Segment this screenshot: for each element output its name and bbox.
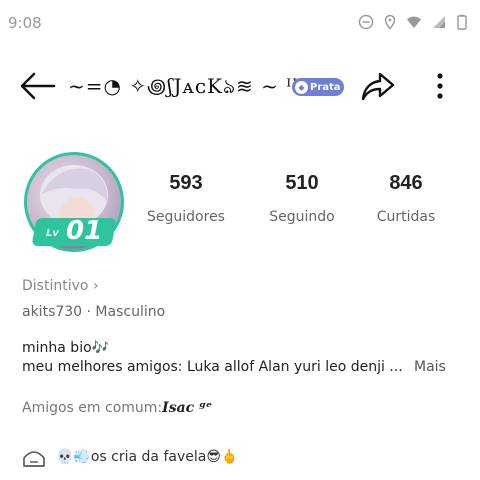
bio-title: minha bio🎶	[22, 340, 110, 356]
back-arrow-icon[interactable]	[18, 68, 58, 104]
mutual-friends-label: Amigos em comum:	[22, 400, 163, 416]
avatar-container[interactable]: Lv 01	[22, 150, 126, 252]
more-options-icon[interactable]	[428, 68, 452, 104]
badge-link[interactable]: Distintivo ›	[22, 278, 99, 294]
mutual-friend-name: Isac ᵍᵉ	[162, 400, 213, 416]
rank-badge-label: Prata	[310, 81, 341, 93]
rank-badge[interactable]: ◆ Prata	[292, 78, 344, 96]
wifi-icon	[407, 16, 421, 28]
stat-likes-label: Curtidas	[376, 209, 436, 225]
stat-likes[interactable]: 846 Curtidas	[356, 172, 456, 225]
stat-following-label: Seguindo	[269, 209, 335, 225]
community-row[interactable]: 💀💨os cria da favela😎🖕	[22, 444, 238, 470]
username-gender: akits730 · Masculino	[22, 304, 166, 320]
dnd-icon	[358, 14, 374, 30]
stat-followers[interactable]: 593 Seguidores	[136, 172, 236, 225]
level-badge: Lv 01	[31, 216, 126, 248]
mutual-friends[interactable]: Amigos em comum:Isac ᵍᵉ	[22, 400, 212, 416]
share-icon[interactable]	[360, 68, 396, 104]
battery-icon	[457, 14, 467, 30]
top-bar: ~=◔ ✧꩜ʃJᴀᴄKঌ≋ ~ ᴵᴵ ◆ Prata	[0, 62, 480, 110]
stat-followers-value: 593	[169, 172, 203, 194]
bio-text: meu melhores amigos: Luka allof Alan yur…	[22, 359, 403, 375]
level-number: 01	[66, 216, 103, 246]
bio-more-link[interactable]: Mais	[414, 359, 446, 375]
stat-followers-label: Seguidores	[147, 209, 225, 225]
status-time: 9:08	[8, 14, 42, 32]
stat-following-value: 510	[285, 172, 319, 194]
profile-name: ~=◔ ✧꩜ʃJᴀᴄKঌ≋ ~ ᴵᴵ	[68, 74, 299, 98]
location-icon	[384, 14, 396, 30]
stat-following[interactable]: 510 Seguindo	[252, 172, 352, 225]
signal-icon	[433, 16, 445, 28]
level-prefix: Lv	[46, 228, 59, 239]
community-icon	[23, 451, 45, 467]
community-name: 💀💨os cria da favela😎🖕	[56, 449, 239, 465]
stat-likes-value: 846	[389, 172, 423, 194]
rank-icon: ◆	[295, 80, 308, 94]
status-bar: 9:08	[0, 0, 480, 44]
status-icons	[358, 14, 470, 30]
